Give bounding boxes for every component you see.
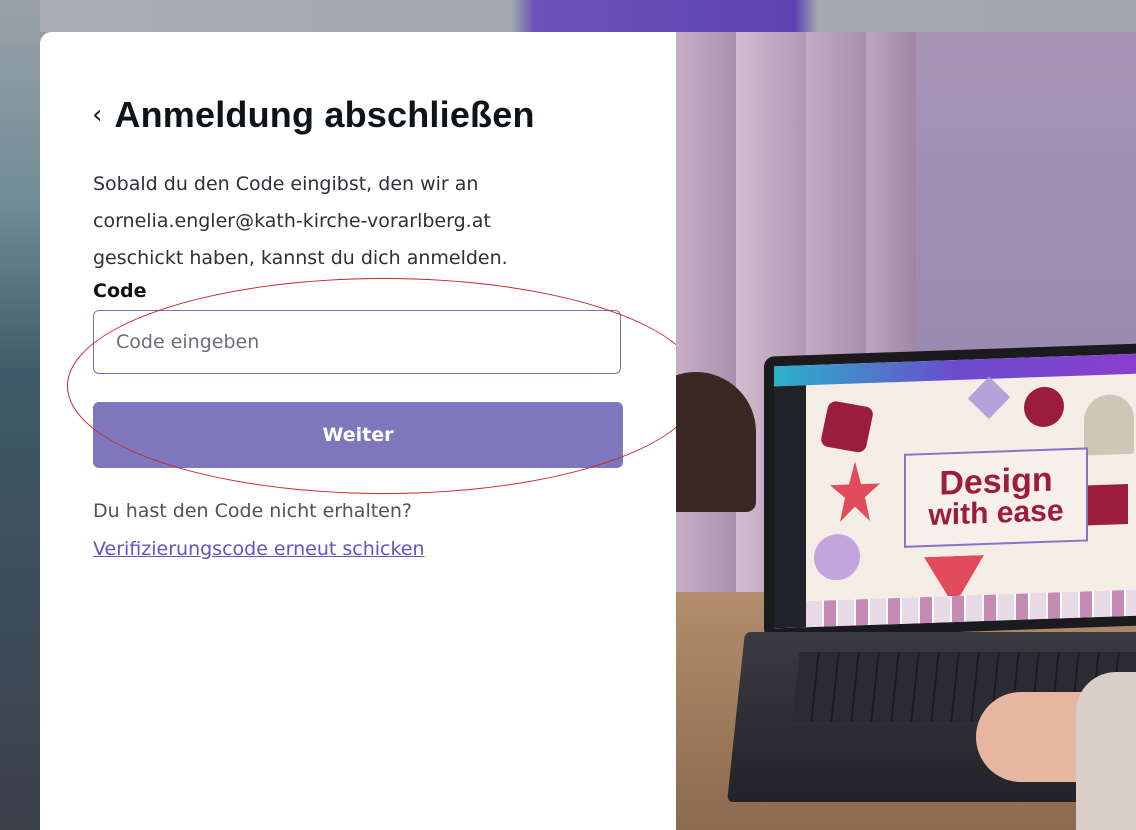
instruction-line-email: cornelia.engler@kath-kirche-vorarlberg.a… (93, 210, 491, 232)
shape-square (819, 400, 875, 454)
not-received-text: Du hast den Code nicht erhalten? (93, 500, 412, 522)
background-top (0, 0, 1136, 32)
editor-screen: Design with ease (774, 353, 1136, 629)
photo-wall (906, 32, 1136, 372)
laptop-screen: Design with ease (764, 343, 1136, 639)
promo-photo: Design with ease (676, 32, 1136, 830)
page-thumbnails-strip (806, 589, 1136, 628)
title-row: ‹ Anmeldung abschließen (92, 94, 535, 136)
instruction-line-1: Sobald du den Code eingibst, den wir an (93, 173, 479, 195)
shape-arch (1084, 393, 1134, 456)
design-headline-card: Design with ease (904, 447, 1088, 548)
instruction-text: Sobald du den Code eingibst, den wir an … (93, 166, 593, 277)
instruction-line-3: geschickt haben, kannst du dich anmelden… (93, 247, 508, 269)
shape-block (1088, 483, 1128, 526)
shape-circle (814, 533, 860, 581)
form-panel: ‹ Anmeldung abschließen Sobald du den Co… (40, 32, 676, 830)
page-title: Anmeldung abschließen (114, 94, 535, 135)
shape-circle (1024, 386, 1064, 428)
shape-star (830, 461, 880, 523)
shape-diamond (967, 376, 1011, 420)
signin-modal: ‹ Anmeldung abschließen Sobald du den Co… (40, 32, 1136, 830)
shape-trapezoid (924, 555, 984, 597)
editor-toolbar (774, 353, 1136, 387)
background-left (0, 0, 40, 830)
continue-button[interactable]: Weiter (93, 402, 623, 468)
photo-sleeve (1076, 672, 1136, 830)
resend-code-link[interactable]: Verifizierungscode erneut schicken (93, 538, 425, 560)
back-chevron-icon[interactable]: ‹ (92, 102, 102, 128)
code-input[interactable] (93, 310, 621, 374)
design-headline-line-2: with ease (928, 494, 1064, 532)
code-label: Code (93, 280, 147, 302)
editor-sidebar (774, 385, 806, 629)
